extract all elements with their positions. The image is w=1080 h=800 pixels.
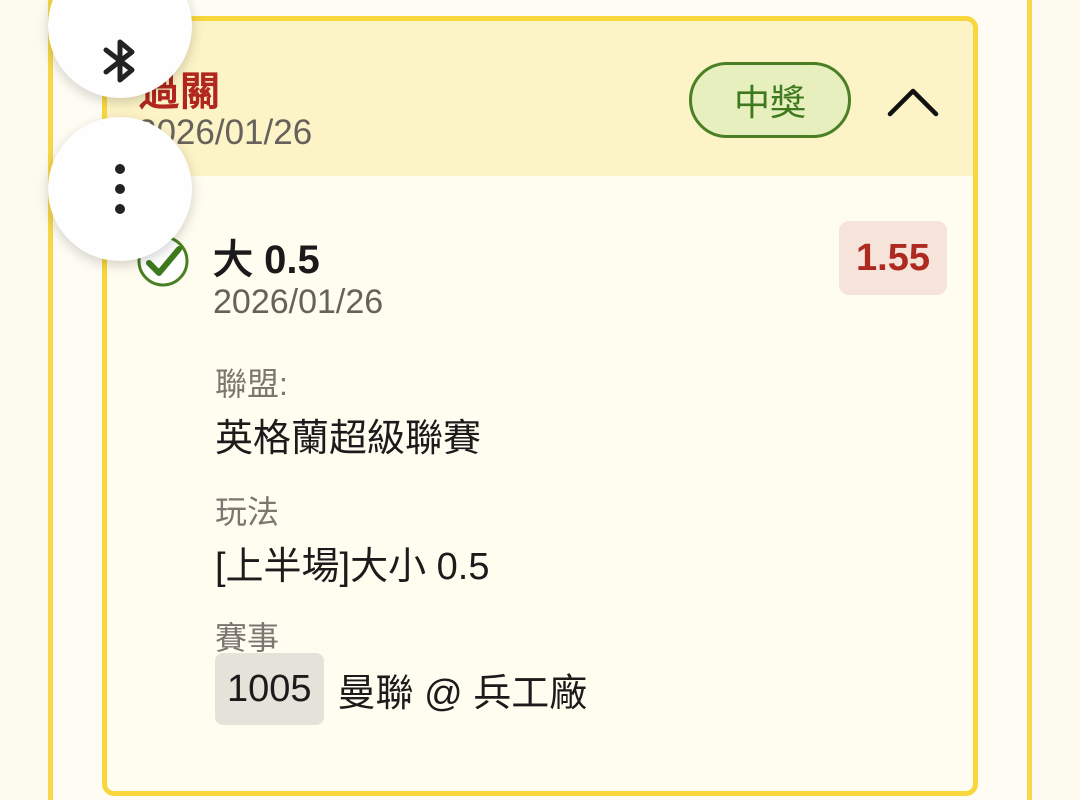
bet-card: 過關 2026/01/26 中獎 大 0.5 2026/01/26 1.55 聯… [102, 16, 978, 796]
status-badge: 中獎 [689, 62, 851, 138]
odds-badge: 1.55 [839, 221, 947, 295]
match-code-badge: 1005 [215, 653, 324, 725]
selection-row: 大 0.5 2026/01/26 1.55 [107, 211, 973, 331]
match-name: 曼聯 @ 兵工廠 [337, 672, 588, 715]
more-options-button[interactable] [48, 117, 192, 261]
play-type-value: [上半場]大小 0.5 [215, 546, 490, 588]
league-value: 英格蘭超級聯賽 [215, 418, 482, 460]
chevron-up-icon [887, 88, 939, 117]
bluetooth-icon [103, 39, 135, 83]
selection-date: 2026/01/26 [213, 283, 384, 321]
match-row: 1005 曼聯 @ 兵工廠 [215, 653, 587, 725]
league-label: 聯盟: [215, 366, 288, 402]
collapse-button[interactable] [877, 71, 949, 131]
play-type-label: 玩法 [215, 494, 280, 530]
more-vertical-icon [115, 164, 125, 214]
bet-card-header[interactable]: 過關 2026/01/26 中獎 [107, 21, 973, 176]
selection-label: 大 0.5 [213, 238, 320, 282]
